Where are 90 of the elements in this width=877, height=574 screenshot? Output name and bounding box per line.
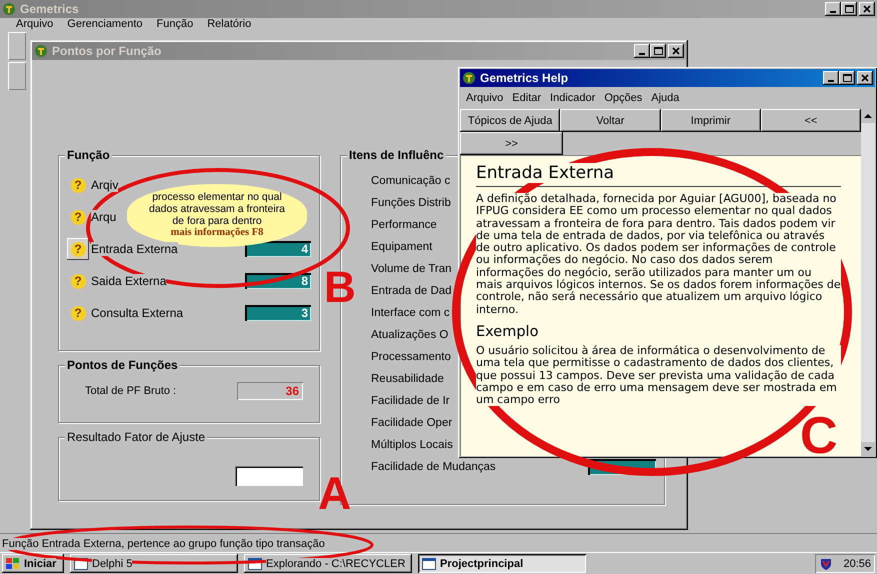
help-button[interactable]: ? xyxy=(67,270,89,292)
close-icon xyxy=(672,47,680,55)
group-title: Pontos de Funções xyxy=(65,358,180,372)
influence-label: Reusabilidade xyxy=(371,373,444,385)
start-button[interactable]: Iniciar xyxy=(2,554,64,573)
annotation-label: B xyxy=(324,266,356,310)
minimize-button[interactable] xyxy=(823,71,839,85)
group-title: Função xyxy=(65,148,112,162)
function-label: Consulta Externa xyxy=(91,306,184,320)
clock: 20:56 xyxy=(843,558,871,570)
help-link[interactable]: mais informações F8 xyxy=(170,227,264,239)
status-text: Função Entrada Externa, pertence ao grupo função tipo transação xyxy=(2,538,325,550)
function-label: Arqiv xyxy=(91,178,118,192)
close-button[interactable] xyxy=(859,2,875,16)
influence-label: Múltiplos Locais xyxy=(371,439,453,451)
help-paragraph: A definição detalhada, fornecida por Aguiar [AGU00], baseada no IFPUG considera EE como um processo elementar no qual dados atravessam a fronteira de fora para dentro. Tais dados podem vir de uma tela de entrada de dados, por via telefônica ou através de outro aplicativo. Os dados podem ser informações de controle ou informações do negócio. No caso dos dados serem informações do negócio, serão utilizados para manter um ou mais arquivos lógicos internos. Se os dados forem informações de controle, não será necessário que atualizem um arquivo lógico interno. xyxy=(476,193,841,316)
menu-item[interactable]: Relatório xyxy=(207,18,252,31)
minimize-button[interactable] xyxy=(634,44,650,58)
scrollbar[interactable] xyxy=(861,109,875,456)
help-button[interactable]: ? xyxy=(67,174,89,196)
value-field[interactable]: 4 xyxy=(245,241,311,257)
menu-item[interactable]: Editar xyxy=(512,90,542,106)
influence-label: Facilidade Oper xyxy=(371,417,452,429)
taskbar-button[interactable]: Projectprincipal xyxy=(418,554,586,573)
help-paragraph: O usuário solicitou à área de informática o desenvolvimento de uma tela que permitisse o cadastramento de dados dos clientes, que possui 13 campos. Deve ser prevista uma validação de cada campo e em caso de erro uma mensagem deve ser mostrada em um campo erro xyxy=(476,344,841,406)
maximize-button[interactable] xyxy=(650,44,666,58)
taskbar-button[interactable]: Explorando - C:\RECYCLER xyxy=(244,554,412,573)
function-label: Entrada Externa xyxy=(91,242,178,256)
scroll-down-icon[interactable] xyxy=(861,442,875,456)
influence-label: Interface com c xyxy=(371,307,450,319)
help-button[interactable]: ? xyxy=(67,238,89,260)
function-label: Saida Externa xyxy=(91,274,166,288)
maximize-icon xyxy=(654,47,662,55)
toolbar-button[interactable]: << xyxy=(760,109,861,132)
influence-label: Funções Distrib xyxy=(371,197,451,209)
toolbar-button[interactable]: >> xyxy=(460,132,563,155)
influence-label: Equipament xyxy=(371,241,432,253)
tooltip-text: processo elementar no qual dados atravessam a fronteira de fora para dentro xyxy=(148,191,286,227)
value-field[interactable]: 3 xyxy=(245,305,311,321)
toolbar-button[interactable]: Tópicos de Ajuda xyxy=(460,109,560,132)
close-icon xyxy=(863,5,871,13)
menu-item[interactable]: Indicador xyxy=(550,90,596,106)
menu-item[interactable]: Opções xyxy=(604,90,642,106)
window-title: Gemetrics Help xyxy=(480,71,568,85)
app-icon xyxy=(462,71,476,85)
help-button[interactable]: ? xyxy=(67,302,89,324)
window-title: Pontos por Função xyxy=(52,44,162,58)
close-button[interactable] xyxy=(668,44,684,58)
total-field: 36 xyxy=(237,382,303,400)
windows-logo-icon xyxy=(6,558,20,570)
influence-label: Facilidade de Ir xyxy=(371,395,450,407)
scroll-up-icon[interactable] xyxy=(861,109,875,123)
influence-label: Volume de Tran xyxy=(371,263,452,275)
influence-label: Processamento xyxy=(371,351,451,363)
window-icon xyxy=(422,558,436,570)
maximize-button[interactable] xyxy=(839,71,855,85)
toolbar-grip[interactable] xyxy=(8,62,26,90)
annotation-label: A xyxy=(318,470,352,516)
maximize-icon xyxy=(842,74,852,82)
window-title: Gemetrics xyxy=(20,2,79,16)
group-title: Resultado Fator de Ajuste xyxy=(65,430,208,444)
menu-item[interactable]: Ajuda xyxy=(651,90,680,106)
maximize-icon xyxy=(844,5,854,13)
close-button[interactable] xyxy=(857,71,873,85)
maximize-button[interactable] xyxy=(841,2,857,16)
function-label: Arqu xyxy=(91,210,116,224)
close-icon xyxy=(861,74,869,82)
toolbar-grip[interactable] xyxy=(8,32,26,60)
menu-item[interactable]: Gerenciamento xyxy=(67,18,143,31)
shield-icon[interactable] xyxy=(819,556,834,570)
menu-item[interactable]: Arquivo xyxy=(16,18,54,31)
influence-label: Entrada de Dad xyxy=(371,285,452,297)
menu-item[interactable]: Função xyxy=(156,18,194,31)
influence-label: Performance xyxy=(371,219,437,231)
annotation-label: C xyxy=(800,410,838,462)
help-heading: Entrada Externa xyxy=(476,163,614,183)
result-field[interactable] xyxy=(235,466,303,486)
help-button[interactable]: ? xyxy=(67,206,89,228)
app-icon xyxy=(34,44,48,58)
influence-label: Atualizações O xyxy=(371,329,448,341)
toolbar-button[interactable]: Voltar xyxy=(560,109,660,132)
menu-item[interactable]: Arquivo xyxy=(466,90,504,106)
app-icon xyxy=(2,2,16,16)
influence-label: Facilidade de Mudanças xyxy=(371,461,496,473)
field-label: Total de PF Bruto : xyxy=(85,385,176,397)
group-title: Itens de Influênc xyxy=(347,148,446,162)
help-subheading: Exemplo xyxy=(476,324,538,340)
influence-label: Comunicação c xyxy=(371,175,450,187)
minimize-button[interactable] xyxy=(825,2,841,16)
toolbar-button[interactable]: Imprimir xyxy=(660,109,761,132)
